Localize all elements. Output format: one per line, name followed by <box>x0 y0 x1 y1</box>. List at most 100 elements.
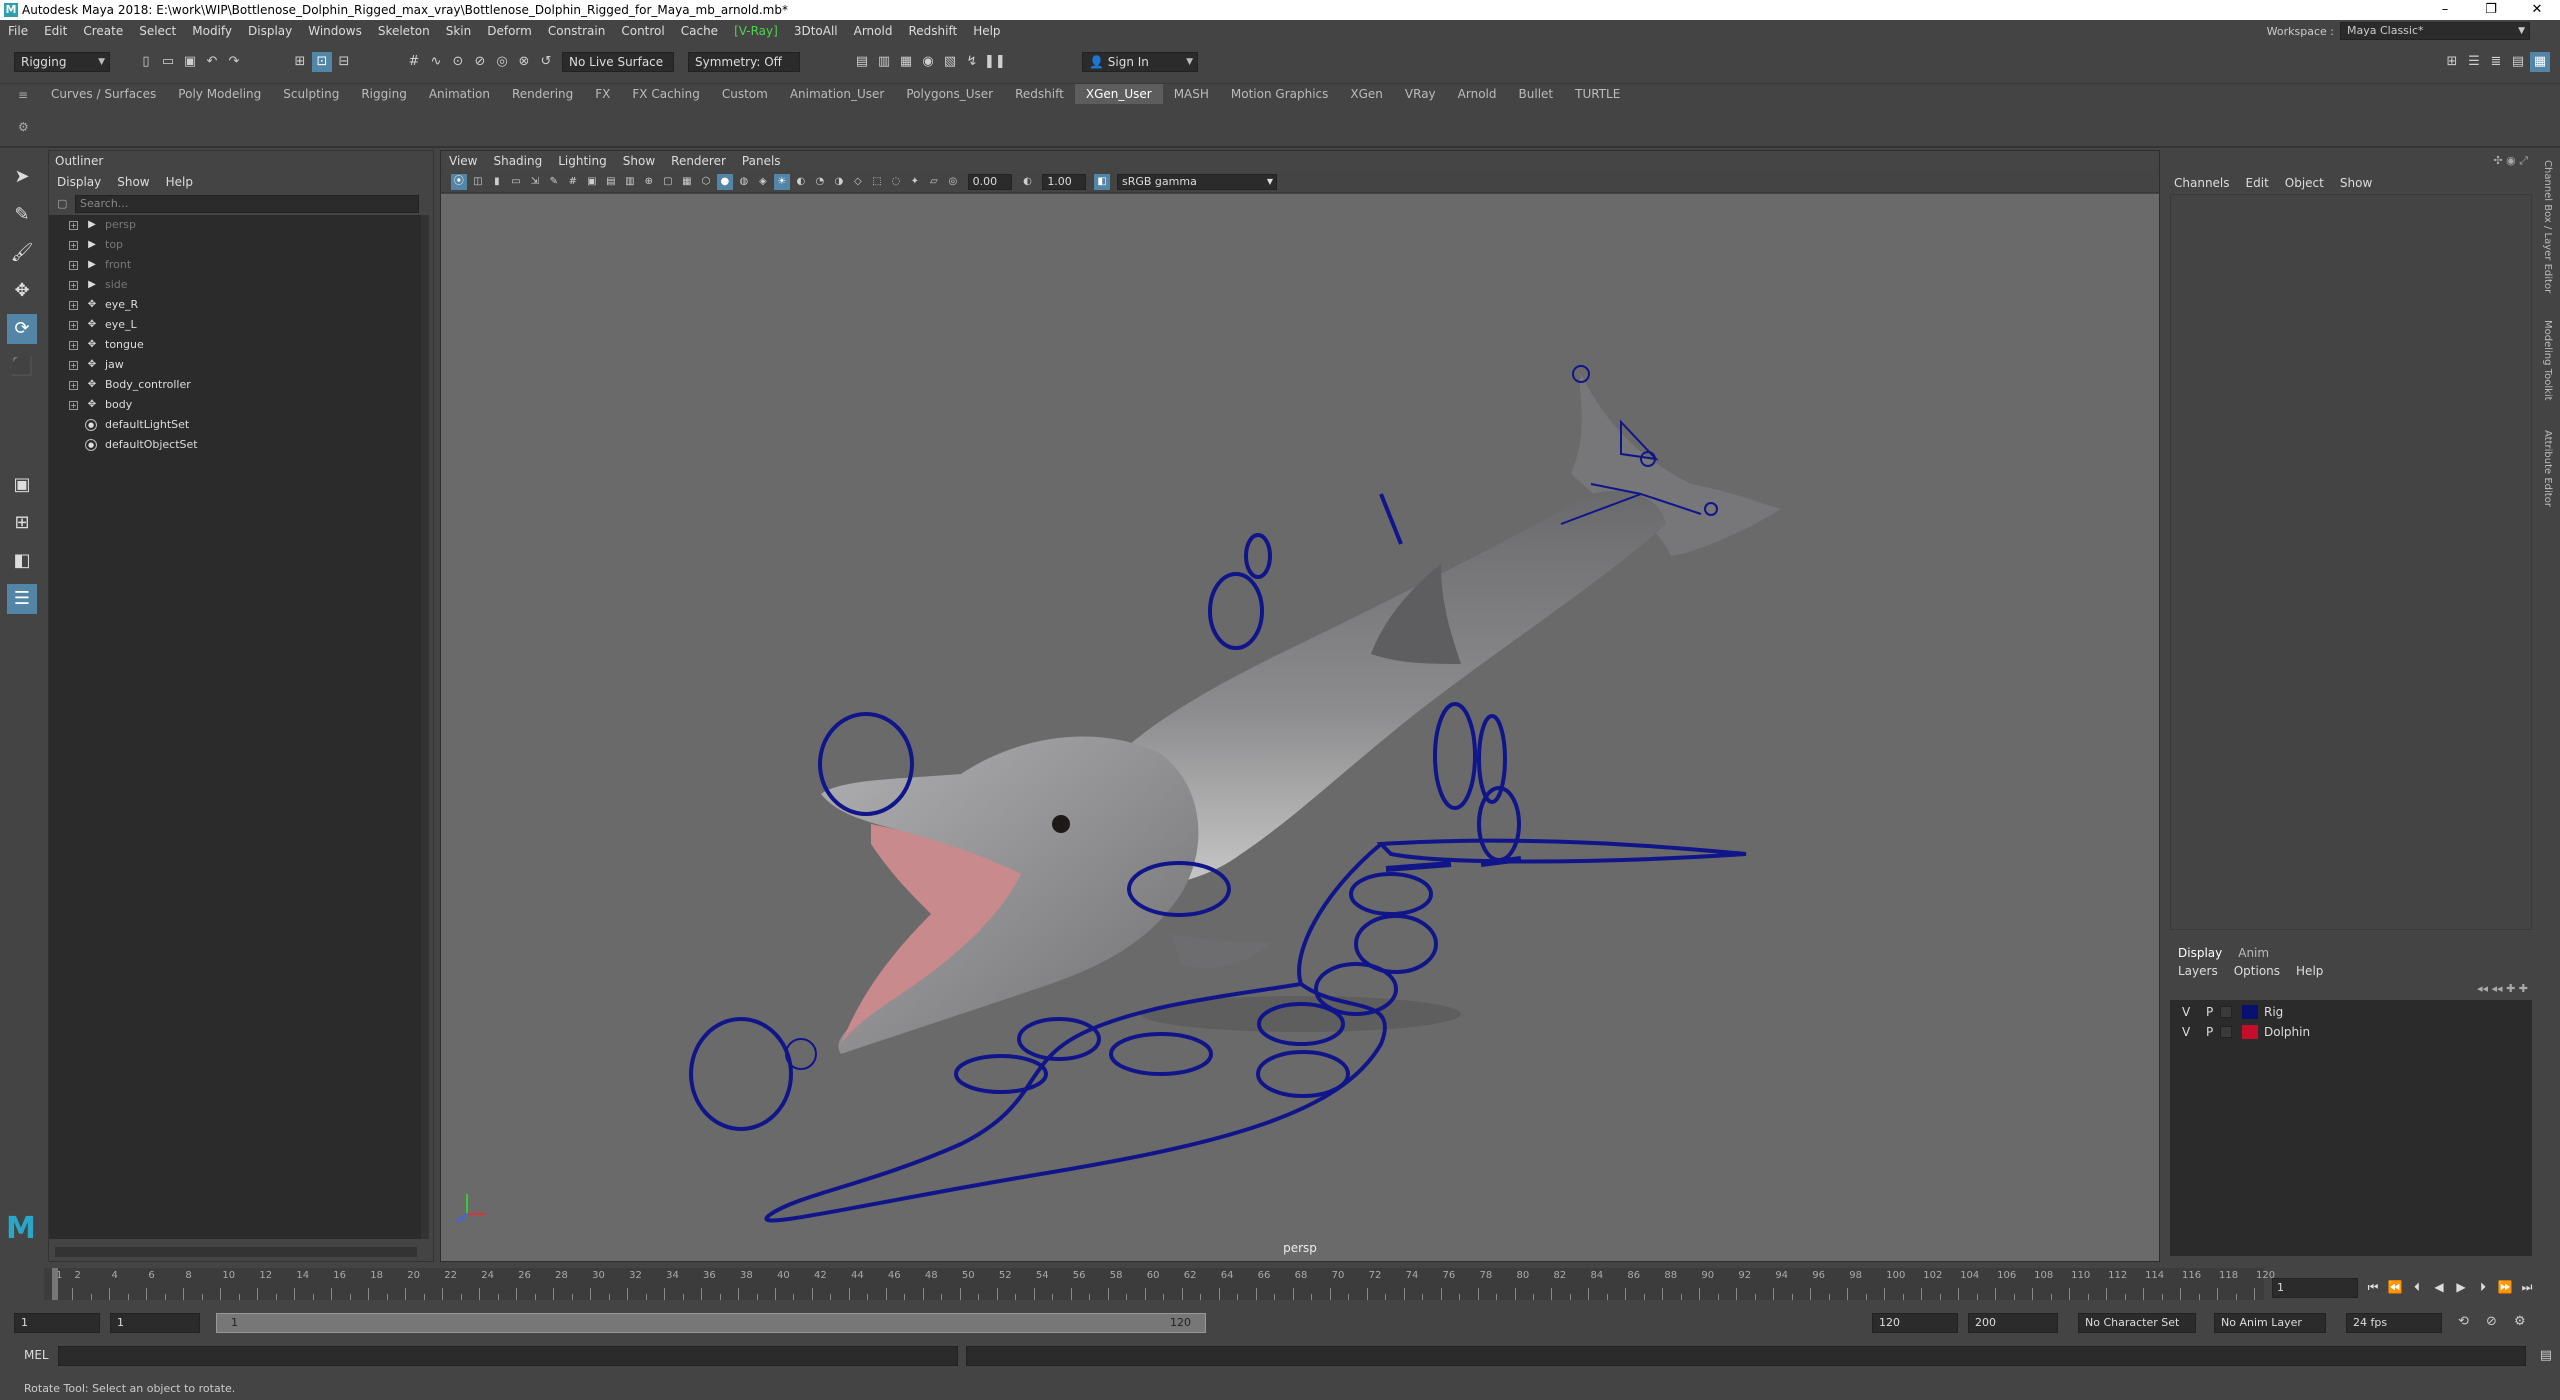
menu-display[interactable]: Display <box>240 20 300 42</box>
xray-icon[interactable]: ◌ <box>888 174 904 190</box>
outliner-item-eye-l[interactable]: + ✥ eye_L <box>49 315 421 335</box>
viewport-menu-view[interactable]: View <box>441 151 485 171</box>
field-chart-icon[interactable]: ⊕ <box>641 174 657 190</box>
layer-color-swatch[interactable] <box>2242 1005 2258 1019</box>
expand-icon[interactable]: + <box>69 281 78 290</box>
two-d-pan-icon[interactable]: ⇲ <box>527 174 543 190</box>
rig-control-body-curve[interactable] <box>1376 838 1747 864</box>
viewport-menu-panels[interactable]: Panels <box>734 151 789 171</box>
shelf-tab-xgen[interactable]: XGen <box>1339 84 1394 104</box>
camera-attributes-icon[interactable]: ◫ <box>470 174 486 190</box>
shelf-tab-xgen-user[interactable]: XGen_User <box>1074 84 1163 104</box>
snap-grid-icon[interactable]: # <box>404 52 424 72</box>
paint-select-icon[interactable]: 🖌 <box>7 238 37 268</box>
outliner-item-tongue[interactable]: + ✥ tongue <box>49 335 421 355</box>
attribute-editor-icon[interactable]: ☰ <box>2464 52 2484 72</box>
layer-menu-help[interactable]: Help <box>2288 962 2331 980</box>
play-backwards-icon[interactable]: ◀ <box>2428 1276 2450 1298</box>
backface-culling-icon[interactable]: ▱ <box>926 174 942 190</box>
snap-point-icon[interactable]: ⊙ <box>448 52 468 72</box>
render-settings-icon[interactable]: ▦ <box>896 52 916 72</box>
shelf-tab-animation-user[interactable]: Animation_User <box>779 84 896 104</box>
menu-edit[interactable]: Edit <box>36 20 75 42</box>
shelf-tab-arnold[interactable]: Arnold <box>1447 84 1508 104</box>
float-icon[interactable]: ⤢ <box>2519 154 2528 167</box>
gamma-input[interactable]: 1.00 <box>1042 174 1087 190</box>
fps-dropdown[interactable]: 24 fps <box>2346 1313 2442 1333</box>
shelf-tab-vray[interactable]: VRay <box>1394 84 1447 104</box>
smooth-shade-icon[interactable]: ● <box>716 174 733 190</box>
menu-create[interactable]: Create <box>75 20 131 42</box>
select-tool-icon[interactable]: ➤ <box>7 162 37 192</box>
safe-action-icon[interactable]: ▢ <box>660 174 676 190</box>
xray-joints-icon[interactable]: ✦ <box>907 174 923 190</box>
modeling-toolkit-icon[interactable]: ⊞ <box>2442 52 2462 72</box>
redo-icon[interactable]: ↷ <box>224 52 244 72</box>
expand-icon[interactable]: + <box>69 401 78 410</box>
outliner-menu-display[interactable]: Display <box>49 173 109 191</box>
motion-blur-icon[interactable]: ◑ <box>831 174 847 190</box>
menu-select[interactable]: Select <box>131 20 184 42</box>
bookmark-icon[interactable]: ▮ <box>489 174 505 190</box>
play-forwards-icon[interactable]: ▶ <box>2450 1276 2472 1298</box>
expand-icon[interactable]: + <box>69 321 78 330</box>
outliner-item-top[interactable]: + ▶ top <box>49 235 421 255</box>
outliner-horizontal-scrollbar[interactable] <box>55 1247 417 1257</box>
undo-icon[interactable]: ↶ <box>202 52 222 72</box>
range-slider-track[interactable]: 1 120 <box>216 1313 1206 1333</box>
outliner-item-side[interactable]: + ▶ side <box>49 275 421 295</box>
gate-mask-icon[interactable]: ▥ <box>622 174 638 190</box>
pause-ipr-icon[interactable]: ❚❚ <box>984 52 1006 72</box>
hypershade-icon[interactable]: ◉ <box>918 52 938 72</box>
menu-skin[interactable]: Skin <box>438 20 480 42</box>
shelf-tab-curves-surfaces[interactable]: Curves / Surfaces <box>40 84 167 104</box>
channel-menu-edit[interactable]: Edit <box>2238 174 2277 192</box>
outliner-item-eye-r[interactable]: + ✥ eye_R <box>49 295 421 315</box>
snap-live-icon[interactable]: ⊗ <box>514 52 534 72</box>
channel-menu-object[interactable]: Object <box>2277 174 2332 192</box>
four-view-layout-icon[interactable]: ⊞ <box>7 508 37 538</box>
wireframe-icon[interactable]: ⬡ <box>698 174 714 190</box>
anti-aliasing-icon[interactable]: ◇ <box>850 174 866 190</box>
image-plane-icon[interactable]: ▭ <box>508 174 524 190</box>
move-layer-up-icon[interactable]: ◂◂ <box>2477 982 2492 995</box>
shelf-tab-turtle[interactable]: TURTLE <box>1564 84 1631 104</box>
new-scene-icon[interactable]: ▯ <box>136 52 156 72</box>
persp-outliner-layout-icon[interactable]: ◧ <box>7 546 37 576</box>
layer-visibility-toggle[interactable]: V <box>2182 1002 2190 1022</box>
viewport-canvas[interactable]: persp <box>441 194 2159 1261</box>
live-surface-dropdown[interactable]: No Live Surface <box>562 52 674 72</box>
select-component-icon[interactable]: ⊟ <box>334 52 354 72</box>
outliner-item-body-controller[interactable]: + ✥ Body_controller <box>49 375 421 395</box>
single-perspective-view-icon[interactable]: ▣ <box>7 470 37 500</box>
menuset-dropdown[interactable]: Rigging ▼ <box>14 52 110 72</box>
viewport-menu-shading[interactable]: Shading <box>485 151 550 171</box>
viewport-menu-renderer[interactable]: Renderer <box>663 151 734 171</box>
snap-view-icon[interactable]: ⊘ <box>470 52 490 72</box>
layer-menu-options[interactable]: Options <box>2226 962 2288 980</box>
rig-control-circle[interactable] <box>1244 533 1272 579</box>
outliner-toggle-icon[interactable]: ▦ <box>2530 52 2550 72</box>
menu-cache[interactable]: Cache <box>673 20 726 42</box>
shelf-menu-icon[interactable]: ≡ <box>18 88 28 102</box>
minimize-button[interactable]: – <box>2422 0 2468 20</box>
menu-help[interactable]: Help <box>965 20 1008 42</box>
layer-visibility-toggle[interactable]: V <box>2182 1022 2190 1042</box>
channel-menu-show[interactable]: Show <box>2332 174 2380 192</box>
lasso-tool-icon[interactable]: ✎ <box>7 200 37 230</box>
new-empty-layer-icon[interactable]: ✚ <box>2506 982 2519 995</box>
playback-end-field[interactable]: 120 <box>1872 1313 1958 1333</box>
symmetry-dropdown[interactable]: Symmetry: Off <box>688 52 800 72</box>
menu-modify[interactable]: Modify <box>184 20 240 42</box>
animation-end-field[interactable]: 200 <box>1968 1313 2058 1333</box>
channel-menu-channels[interactable]: Channels <box>2166 174 2238 192</box>
safe-title-icon[interactable]: ▦ <box>679 174 695 190</box>
gamma-icon[interactable]: ◐ <box>1019 174 1035 190</box>
exposure-input[interactable]: 0.00 <box>967 174 1012 190</box>
expand-icon[interactable]: + <box>69 241 78 250</box>
restore-button[interactable]: ❐ <box>2468 0 2514 20</box>
shelf-tab-fx-caching[interactable]: FX Caching <box>621 84 710 104</box>
menu-vray[interactable]: [V-Ray] <box>726 20 786 42</box>
menu-control[interactable]: Control <box>613 20 672 42</box>
command-language-toggle[interactable]: MEL <box>24 1348 49 1362</box>
